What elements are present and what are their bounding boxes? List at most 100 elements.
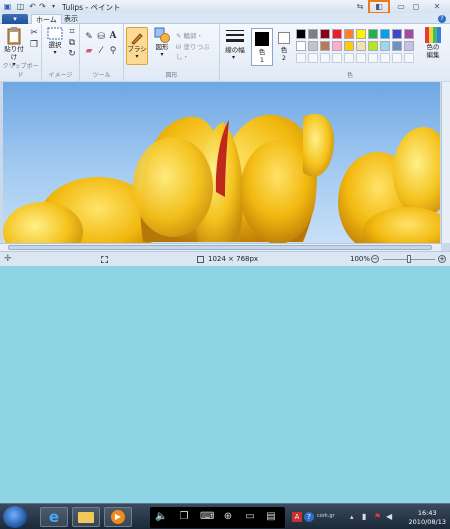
palette-swatch[interactable] <box>368 41 378 51</box>
ime-help-icon[interactable]: ? <box>304 512 314 522</box>
taskbar-media-button[interactable]: ▶ <box>104 507 132 527</box>
keyboard-icon[interactable]: ⌨ <box>200 511 214 523</box>
color-picker-icon[interactable]: ⁄ <box>96 46 106 56</box>
palette-custom-swatch[interactable] <box>308 53 318 63</box>
remote-icon[interactable]: ⇆ <box>353 1 367 12</box>
palette-swatch[interactable] <box>356 29 366 39</box>
palette-swatch[interactable] <box>404 29 414 39</box>
tab-home[interactable]: ホーム <box>31 14 62 24</box>
select-icon <box>47 27 63 40</box>
clock[interactable]: 16:43 2010/08/13 <box>409 509 446 527</box>
text-tool-icon[interactable]: A <box>108 31 118 41</box>
line-width-icon <box>226 30 244 42</box>
palette-custom-swatch[interactable] <box>320 53 330 63</box>
ribbon-tab-bar: ▾ ホーム 表示 ? <box>0 13 450 24</box>
speaker-icon[interactable]: ◀ <box>386 512 392 521</box>
fill-icon[interactable]: ⛁ <box>96 32 106 42</box>
maximize-icon[interactable]: ◻ <box>409 1 423 12</box>
palette-swatch[interactable] <box>320 29 330 39</box>
shapes-dropdown-icon[interactable]: ▾ <box>152 51 172 59</box>
palette-custom-swatch[interactable] <box>368 53 378 63</box>
tray-text: cork.gr <box>317 513 335 519</box>
start-button[interactable] <box>3 506 27 528</box>
crop-icon[interactable]: ⌗ <box>67 27 77 37</box>
group-line-width[interactable]: 線の幅 ▾ <box>220 24 250 81</box>
palette-swatch[interactable] <box>332 41 342 51</box>
palette-swatch[interactable] <box>308 41 318 51</box>
rotate-icon[interactable]: ↻ <box>67 49 77 59</box>
menu-icon[interactable]: ▤ <box>265 511 277 523</box>
network-icon[interactable]: ▮ <box>362 512 366 521</box>
tulips-picture <box>3 113 440 243</box>
palette-swatch[interactable] <box>320 41 330 51</box>
palette-swatch[interactable] <box>368 29 378 39</box>
select-dropdown-icon[interactable]: ▾ <box>45 49 65 57</box>
tulips-image[interactable] <box>3 82 440 243</box>
zoom-icon[interactable]: ⊕ <box>222 511 234 523</box>
palette-custom-swatch[interactable] <box>392 53 402 63</box>
palette-swatch[interactable] <box>296 41 306 51</box>
save-icon[interactable]: ◫ <box>16 2 25 11</box>
palette-swatch[interactable] <box>332 29 342 39</box>
minimize-icon[interactable]: ▭ <box>394 1 408 12</box>
tab-view[interactable]: 表示 <box>60 14 82 24</box>
palette-swatch[interactable] <box>356 41 366 51</box>
magnifier-icon[interactable]: ⚲ <box>108 46 118 56</box>
palette-swatch[interactable] <box>344 41 354 51</box>
title-bar: ▣ ◫ ↶ ↷ ▾ Tulips - ペイント ⇆ ◧ ▭ ◻ ✕ <box>0 0 450 14</box>
outline-button[interactable]: ✎ 輪郭・ <box>176 30 203 40</box>
copy-icon[interactable]: ❐ <box>29 40 39 50</box>
status-bar: ✛ 1024 × 768px 100% − + <box>0 251 450 266</box>
palette-swatch[interactable] <box>392 41 402 51</box>
app-icon[interactable]: ▣ <box>3 2 12 11</box>
flag-icon[interactable]: ⚑ <box>374 512 381 521</box>
cut-icon[interactable]: ✂ <box>29 28 39 38</box>
select-button[interactable]: 選択 ▾ <box>45 27 65 57</box>
fill-button[interactable]: ⛁ 塗りつぶし・ <box>176 41 219 61</box>
group-image: 選択 ▾ ⌗ ⧉ ↻ イメージ <box>42 24 80 81</box>
paint-menu-button[interactable]: ▾ <box>2 14 28 24</box>
tray-expand-icon[interactable]: ▴ <box>350 513 354 521</box>
palette-custom-swatch[interactable] <box>344 53 354 63</box>
color2-button[interactable]: 色2 <box>275 28 293 66</box>
zoom-in-button[interactable]: + <box>438 255 446 263</box>
screen-icon[interactable]: ▭ <box>244 511 256 523</box>
help-icon[interactable]: ? <box>438 15 446 23</box>
palette-swatch[interactable] <box>404 41 414 51</box>
close-icon[interactable]: ✕ <box>430 1 444 12</box>
palette-custom-swatch[interactable] <box>332 53 342 63</box>
palette-custom-swatch[interactable] <box>356 53 366 63</box>
brush-icon <box>131 33 143 45</box>
taskbar-explorer-button[interactable] <box>72 507 100 527</box>
ime-a-icon[interactable]: A <box>292 512 302 522</box>
brush-button[interactable]: ブラシ ▾ <box>126 27 148 65</box>
pencil-icon[interactable]: ✎ <box>84 32 94 42</box>
palette-swatch[interactable] <box>392 29 402 39</box>
eraser-icon[interactable]: ▰ <box>84 46 94 56</box>
quick-access-dropdown-icon[interactable]: ▾ <box>49 2 58 11</box>
taskbar-ie-button[interactable]: e <box>40 507 68 527</box>
zoom-out-button[interactable]: − <box>371 255 379 263</box>
color1-button[interactable]: 色1 <box>251 28 273 66</box>
brush-dropdown-icon[interactable]: ▾ <box>127 53 147 60</box>
volume-icon[interactable]: 🔈 <box>155 511 167 523</box>
restore-small-icon[interactable]: ◧ <box>372 1 386 12</box>
palette-swatch[interactable] <box>296 29 306 39</box>
palette-swatch[interactable] <box>308 29 318 39</box>
palette-custom-swatch[interactable] <box>380 53 390 63</box>
palette-custom-swatch[interactable] <box>296 53 306 63</box>
palette-swatch[interactable] <box>380 29 390 39</box>
palette-custom-swatch[interactable] <box>404 53 414 63</box>
window-switch-icon[interactable]: ❐ <box>178 511 190 523</box>
shapes-button[interactable]: 図形 ▾ <box>152 27 172 59</box>
redo-icon[interactable]: ↷ <box>38 2 47 11</box>
edit-colors-button[interactable]: 色の 編集 <box>418 27 448 67</box>
palette-swatch[interactable] <box>380 41 390 51</box>
zoom-slider-thumb[interactable] <box>407 255 411 263</box>
undo-icon[interactable]: ↶ <box>28 2 37 11</box>
horizontal-scroll-thumb[interactable] <box>8 245 432 250</box>
horizontal-scrollbar[interactable] <box>0 243 441 251</box>
vertical-scrollbar[interactable] <box>441 82 450 243</box>
palette-swatch[interactable] <box>344 29 354 39</box>
resize-icon[interactable]: ⧉ <box>67 38 77 48</box>
